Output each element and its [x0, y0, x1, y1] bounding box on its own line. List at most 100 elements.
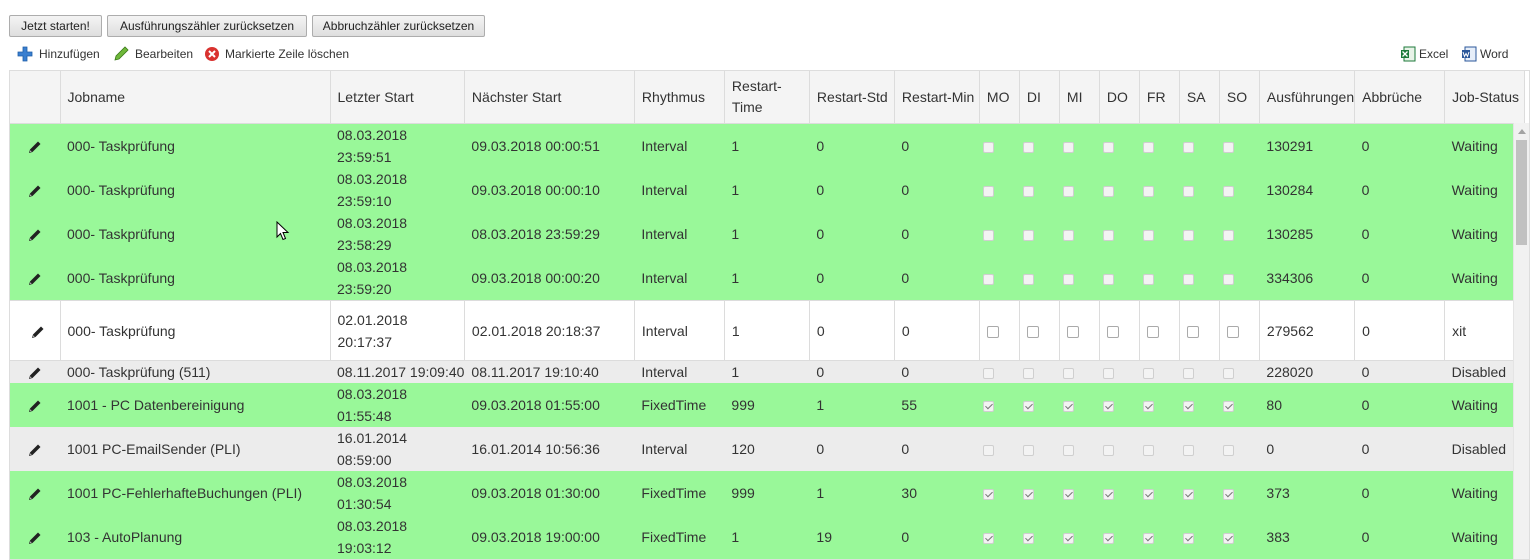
day-checkbox[interactable]: [1143, 185, 1155, 197]
header-di[interactable]: DI: [1019, 71, 1060, 124]
pencil-icon[interactable]: [28, 443, 42, 457]
table-row[interactable]: 000- Taskprüfung 08.03.2018 23:59:20 09.03…: [10, 256, 1525, 301]
header-so[interactable]: SO: [1219, 71, 1260, 124]
day-checkbox[interactable]: [1143, 229, 1155, 241]
pencil-icon[interactable]: [28, 184, 42, 198]
day-checkbox[interactable]: [1066, 325, 1079, 338]
header-mo[interactable]: MO: [979, 71, 1020, 124]
day-checkbox[interactable]: [983, 273, 995, 285]
header-restart-min[interactable]: Restart-Min: [894, 71, 980, 124]
header-rhythm[interactable]: Rhythmus: [634, 71, 725, 124]
day-checkbox[interactable]: [1143, 444, 1155, 456]
header-job-status[interactable]: Job-Status: [1444, 71, 1526, 124]
table-row[interactable]: 1001 - PC Datenbereinigung 08.03.2018 01:…: [10, 383, 1525, 427]
day-checkbox[interactable]: [1183, 273, 1195, 285]
header-aborts[interactable]: Abbrüche: [1354, 71, 1446, 124]
row-edit-cell[interactable]: [10, 360, 60, 383]
day-checkbox[interactable]: [983, 185, 995, 197]
header-restart-time[interactable]: Restart-Time: [724, 71, 810, 124]
row-edit-cell[interactable]: [10, 300, 61, 361]
header-jobname[interactable]: Jobname: [60, 71, 331, 124]
header-next-start[interactable]: Nächster Start: [464, 71, 635, 124]
day-checkbox[interactable]: [1186, 325, 1199, 338]
day-checkbox[interactable]: [983, 488, 995, 500]
row-edit-cell[interactable]: [10, 168, 60, 212]
day-checkbox[interactable]: [1223, 141, 1235, 153]
day-checkbox[interactable]: [1103, 273, 1115, 285]
table-row[interactable]: 000- Taskprüfung 08.03.2018 23:58:29 08.03…: [10, 212, 1525, 256]
day-checkbox[interactable]: [1143, 532, 1155, 544]
export-word-button[interactable]: Word: [1461, 40, 1519, 68]
day-checkbox[interactable]: [983, 229, 995, 241]
day-checkbox[interactable]: [1103, 367, 1115, 379]
header-last-start[interactable]: Letzter Start: [330, 71, 465, 124]
pencil-icon[interactable]: [28, 399, 42, 413]
day-checkbox[interactable]: [1223, 532, 1235, 544]
table-row[interactable]: 000- Taskprüfung (511) 08.11.2017 19:09:4…: [10, 360, 1525, 383]
day-checkbox[interactable]: [1223, 444, 1235, 456]
day-checkbox[interactable]: [1023, 141, 1035, 153]
day-checkbox[interactable]: [1143, 141, 1155, 153]
day-checkbox[interactable]: [983, 400, 995, 412]
day-checkbox[interactable]: [1023, 185, 1035, 197]
day-checkbox[interactable]: [983, 367, 995, 379]
day-checkbox[interactable]: [1183, 185, 1195, 197]
day-checkbox[interactable]: [1023, 444, 1035, 456]
day-checkbox[interactable]: [1183, 444, 1195, 456]
header-mi[interactable]: MI: [1059, 71, 1100, 124]
row-edit-cell[interactable]: [10, 427, 60, 471]
row-edit-cell[interactable]: [10, 471, 60, 515]
day-checkbox[interactable]: [1106, 325, 1119, 338]
day-checkbox[interactable]: [1183, 367, 1195, 379]
header-fr[interactable]: FR: [1139, 71, 1180, 124]
day-checkbox[interactable]: [1063, 532, 1075, 544]
day-checkbox[interactable]: [1146, 325, 1159, 338]
delete-row-button[interactable]: Markierte Zeile löschen: [204, 40, 354, 68]
day-checkbox[interactable]: [1223, 185, 1235, 197]
pencil-icon[interactable]: [28, 228, 42, 242]
table-row[interactable]: 103 - AutoPlanung 08.03.2018 19:03:12 09.0…: [10, 515, 1525, 559]
day-checkbox[interactable]: [1063, 400, 1075, 412]
day-checkbox[interactable]: [1143, 273, 1155, 285]
row-edit-cell[interactable]: [10, 123, 60, 168]
day-checkbox[interactable]: [1223, 229, 1235, 241]
day-checkbox[interactable]: [1143, 400, 1155, 412]
pencil-icon[interactable]: [31, 325, 45, 339]
reset-aborts-button[interactable]: Abbruchzähler zurücksetzen: [312, 15, 485, 37]
day-checkbox[interactable]: [1143, 367, 1155, 379]
edit-button[interactable]: Bearbeiten: [113, 40, 203, 68]
pencil-icon[interactable]: [28, 140, 42, 154]
day-checkbox[interactable]: [1023, 488, 1035, 500]
table-row[interactable]: 000- Taskprüfung 08.03.2018 23:59:51 09.03…: [10, 123, 1525, 168]
day-checkbox[interactable]: [1063, 367, 1075, 379]
day-checkbox[interactable]: [1183, 532, 1195, 544]
day-checkbox[interactable]: [1183, 488, 1195, 500]
table-row[interactable]: 000- Taskprüfung 02.01.2018 20:17:37 02.01…: [10, 300, 1526, 361]
day-checkbox[interactable]: [1103, 444, 1115, 456]
day-checkbox[interactable]: [1023, 229, 1035, 241]
day-checkbox[interactable]: [983, 444, 995, 456]
pencil-icon[interactable]: [28, 487, 42, 501]
scrollbar-thumb[interactable]: [1516, 140, 1527, 245]
day-checkbox[interactable]: [1223, 273, 1235, 285]
day-checkbox[interactable]: [1063, 488, 1075, 500]
table-row[interactable]: 1001 PC-EmailSender (PLI) 16.01.2014 08:5…: [10, 427, 1525, 471]
pencil-icon[interactable]: [28, 531, 42, 545]
day-checkbox[interactable]: [983, 532, 995, 544]
day-checkbox[interactable]: [1063, 444, 1075, 456]
reset-executions-button[interactable]: Ausführungszähler zurücksetzen: [107, 15, 307, 37]
day-checkbox[interactable]: [1063, 273, 1075, 285]
day-checkbox[interactable]: [1063, 229, 1075, 241]
day-checkbox[interactable]: [1103, 229, 1115, 241]
day-checkbox[interactable]: [1063, 141, 1075, 153]
day-checkbox[interactable]: [1183, 400, 1195, 412]
row-edit-cell[interactable]: [10, 212, 60, 256]
header-restart-std[interactable]: Restart-Std: [809, 71, 895, 124]
day-checkbox[interactable]: [1023, 400, 1035, 412]
day-checkbox[interactable]: [1103, 400, 1115, 412]
start-now-button[interactable]: Jetzt starten!: [9, 15, 102, 37]
day-checkbox[interactable]: [1183, 141, 1195, 153]
day-checkbox[interactable]: [1223, 400, 1235, 412]
day-checkbox[interactable]: [983, 141, 995, 153]
pencil-icon[interactable]: [28, 366, 42, 380]
